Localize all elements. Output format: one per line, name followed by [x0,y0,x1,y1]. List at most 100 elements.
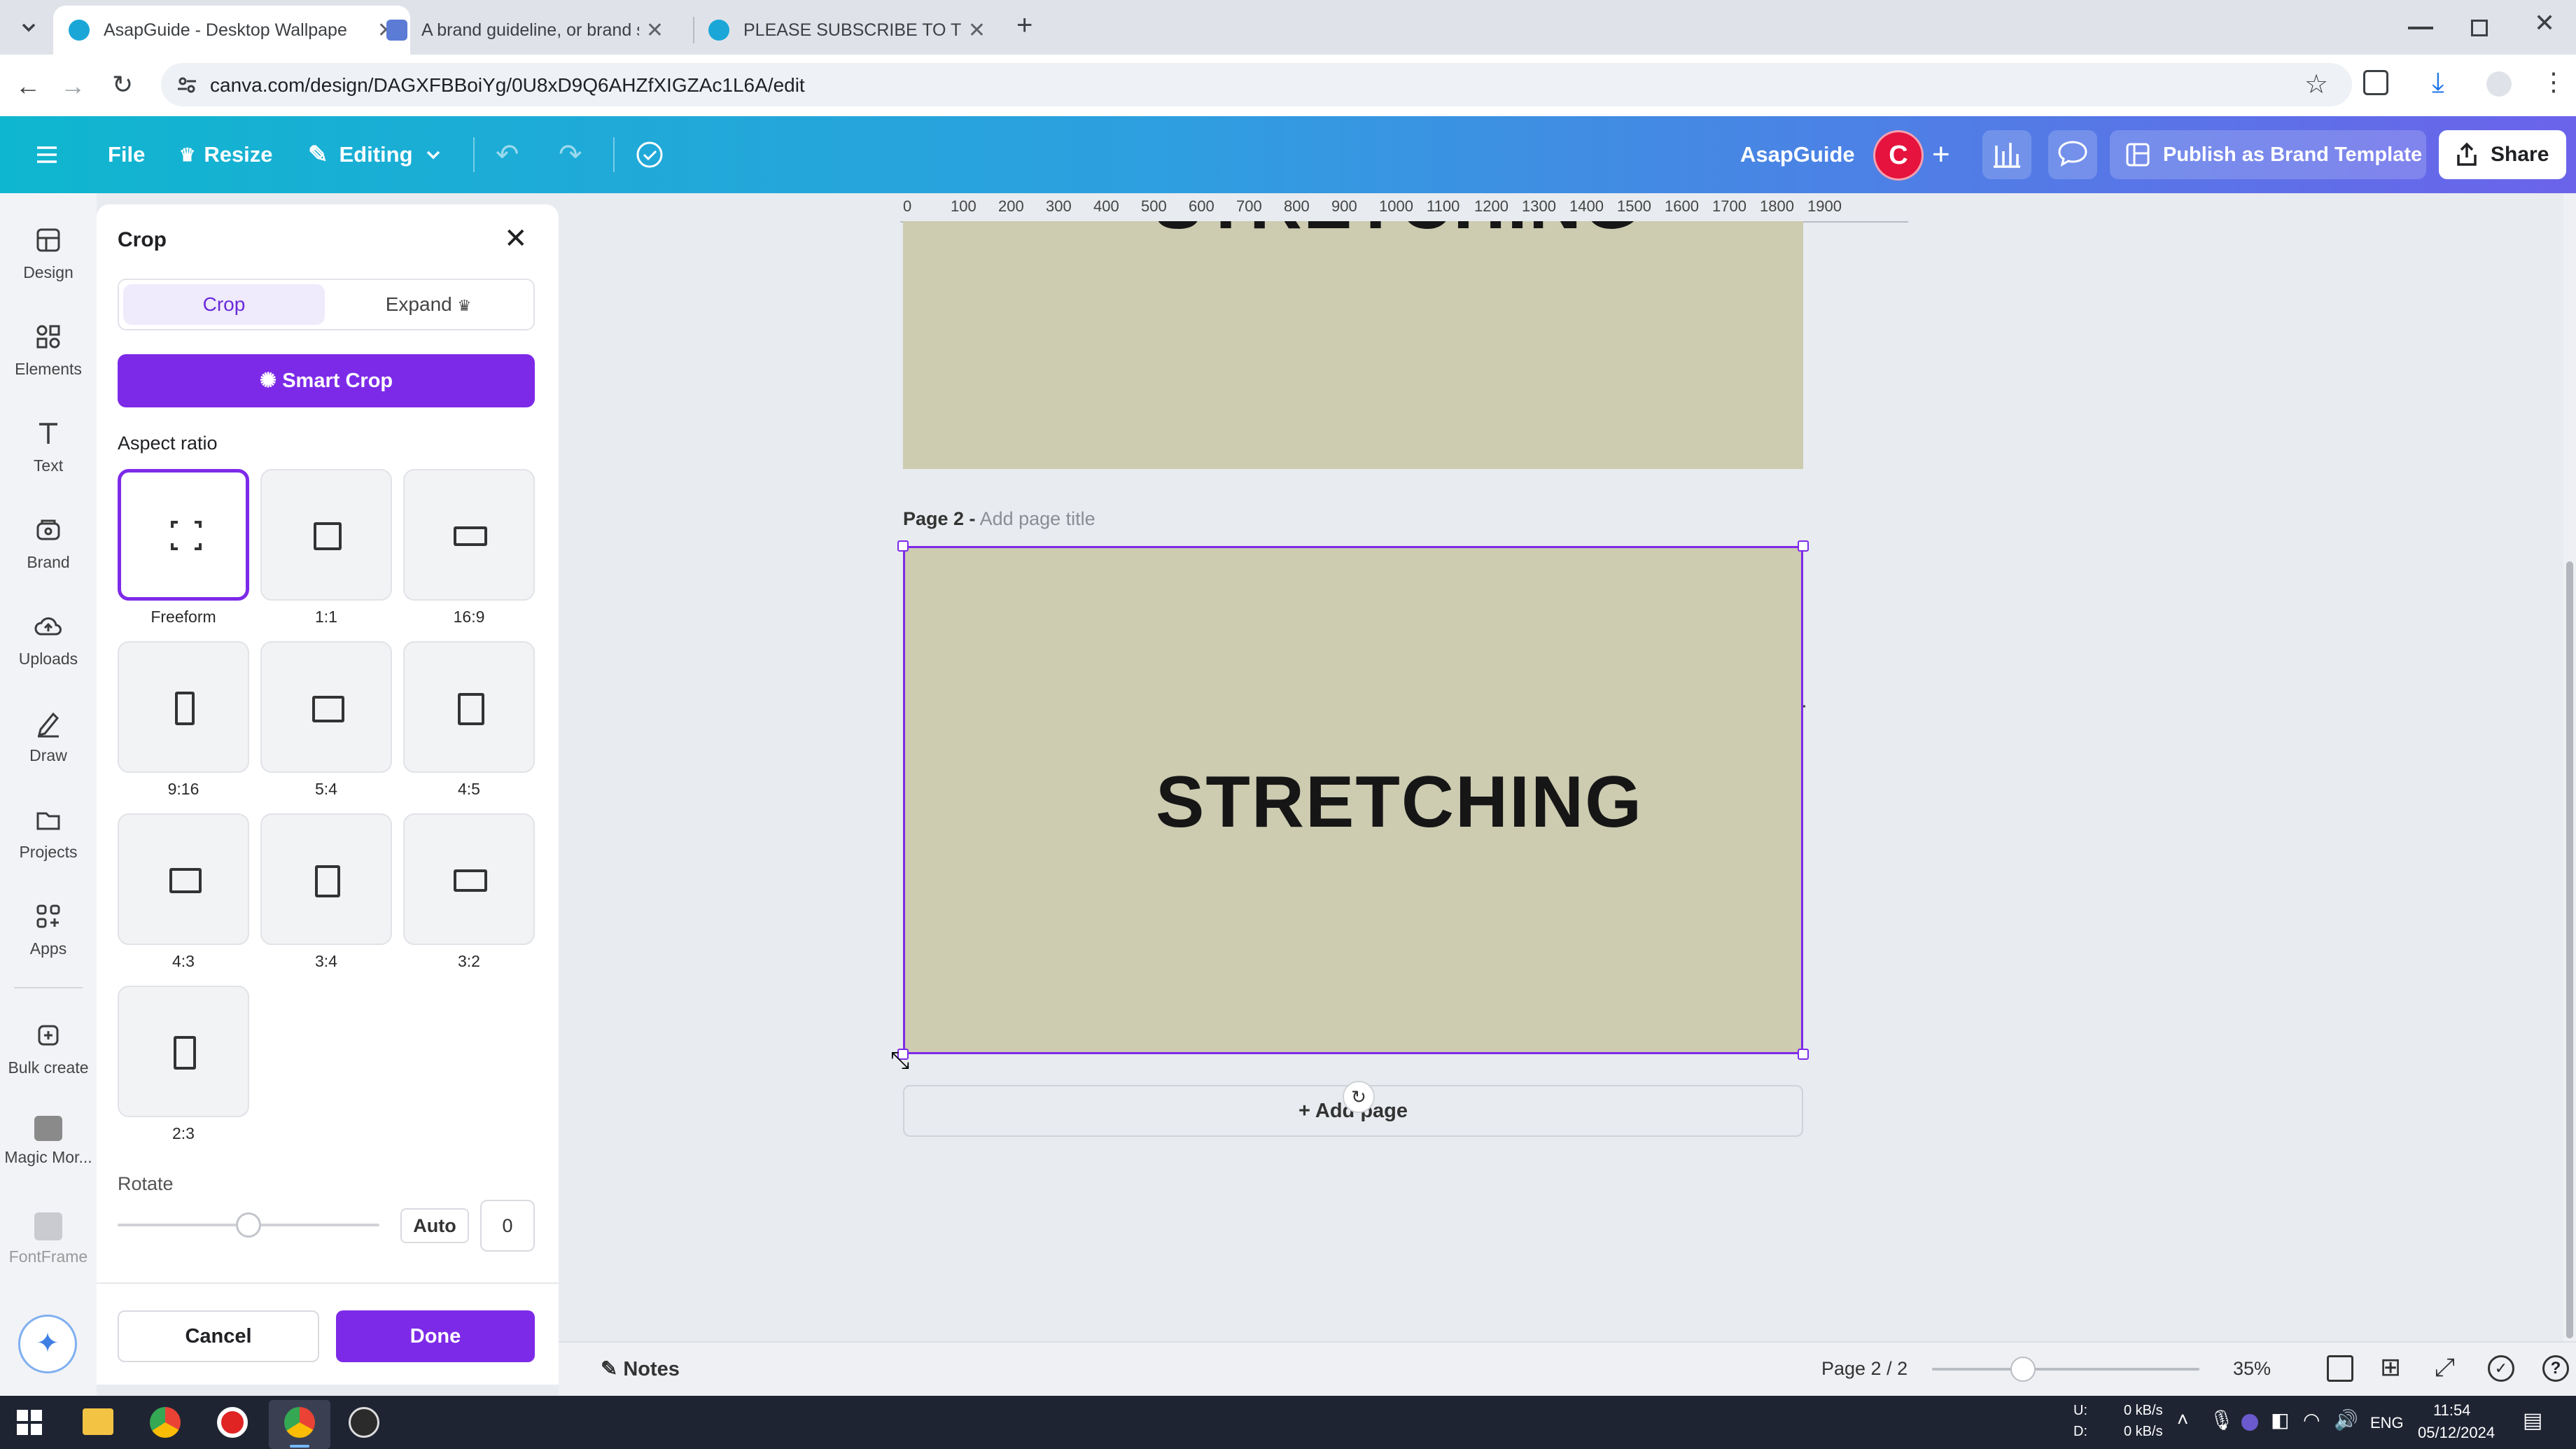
rail-item-uploads[interactable]: Uploads [0,580,97,676]
rail-item-design[interactable]: Design [0,193,97,290]
close-tab-icon[interactable]: ✕ [646,18,664,43]
canvas-scrollbar-thumb[interactable] [2566,561,2573,1338]
chrome-icon[interactable] [150,1407,181,1438]
bookmark-star-icon[interactable]: ☆ [2304,69,2328,100]
rotate-value-input[interactable]: 0 [480,1200,535,1252]
rotate-auto-button[interactable]: Auto [400,1208,469,1243]
page-view-icon[interactable] [2327,1355,2353,1382]
cloud-saved-icon[interactable] [634,116,665,193]
rotate-slider-thumb[interactable] [236,1212,261,1238]
recording-indicator-icon[interactable] [2241,1414,2258,1431]
app-tray-icon[interactable]: ◧ [2271,1408,2289,1432]
zoom-level[interactable]: 35% [2233,1358,2271,1380]
rail-item-elements[interactable]: Elements [0,290,97,386]
windows-start-icon[interactable] [17,1410,42,1435]
crop-handle-bottom-right[interactable] [1798,1049,1809,1060]
crop-handle-top-right[interactable] [1798,540,1809,552]
publish-brand-template-button[interactable]: Publish as Brand Template [2110,130,2426,179]
page-title-input[interactable]: Add page title [980,508,1096,529]
grid-view-icon[interactable]: ⊞ [2380,1352,2401,1382]
crop-handle-top-left[interactable] [897,540,909,552]
browser-tab-subscribe[interactable]: PLEASE SUBSCRIBE TO THIS CH ✕ [693,6,1001,55]
ratio-2-3[interactable] [118,986,249,1117]
download-icon[interactable]: ⤓ [2432,67,2444,99]
ratio-16-9[interactable] [403,469,535,601]
screen-recorder-icon[interactable] [217,1407,248,1438]
add-collaborator-plus-icon[interactable]: + [1932,116,1950,193]
ratio-5-4[interactable] [260,641,392,773]
browser-tab-asapguide[interactable]: AsapGuide - Desktop Wallpape ✕ [53,6,410,55]
tab-list-dropdown[interactable] [14,13,43,42]
ratio-3-4[interactable] [260,813,392,945]
zoom-slider-track[interactable] [1932,1368,2199,1371]
profile-avatar[interactable] [2486,71,2512,97]
obs-icon[interactable] [349,1407,379,1438]
cancel-button[interactable]: Cancel [118,1310,319,1362]
notes-button[interactable]: ✎ Notes [601,1357,680,1381]
smart-crop-button[interactable]: ✺ Smart Crop [118,354,535,407]
close-tab-icon[interactable]: ✕ [968,18,986,43]
new-tab-button[interactable]: + [1016,10,1032,41]
file-menu-button[interactable]: File [108,116,145,193]
rotate-handle-icon[interactable]: ↻ [1343,1081,1375,1113]
fullscreen-icon[interactable]: ⤢ [2435,1352,2455,1382]
ratio-4-5[interactable] [403,641,535,773]
done-button[interactable]: Done [336,1310,535,1362]
language-indicator[interactable]: ENG [2370,1414,2404,1432]
omnibox[interactable]: canva.com/design/DAGXFBBoiYg/0U8xD9Q6AHZ… [161,63,2352,106]
ratio-freeform[interactable] [118,469,249,601]
show-hidden-icons[interactable]: ˄ [2177,1408,2188,1431]
help-icon[interactable]: ? [2542,1355,2569,1382]
rail-item-bulk-create[interactable]: Bulk create [0,988,97,1085]
rail-item-draw[interactable]: Draw [0,676,97,773]
page-indicator[interactable]: Page 2 / 2 [1821,1358,1907,1380]
main-menu-button[interactable] [35,116,59,193]
minimize-window-button[interactable] [2408,27,2433,29]
clock-time[interactable]: 11:54 [2433,1401,2470,1420]
ratio-9-16[interactable] [118,641,249,773]
insights-button[interactable] [1982,130,2031,179]
rail-item-apps[interactable]: Apps [0,869,97,966]
ratio-1-1[interactable] [260,469,392,601]
browser-menu-icon[interactable]: ⋮ [2541,67,2566,97]
resize-button[interactable]: ♛ Resize [179,116,273,193]
file-explorer-icon[interactable] [83,1408,113,1435]
ratio-3-2[interactable] [403,813,535,945]
redo-icon[interactable]: ↷ [559,116,582,193]
page-2-heading-text[interactable]: STRETCHING [1156,761,1643,844]
browser-tab-brand-guideline[interactable]: A brand guideline, or brand sty ✕ [371,6,679,55]
page-2[interactable]: STRETCHING [903,546,1803,1054]
share-button[interactable]: Share [2439,130,2566,179]
tab-crop[interactable]: Crop [123,284,325,325]
rail-item-fontframe[interactable]: FontFrame [0,1182,97,1278]
extensions-icon[interactable] [2363,70,2388,95]
rail-item-projects[interactable]: Projects [0,773,97,869]
rail-item-magic-morph[interactable]: Magic Mor... [0,1085,97,1182]
forward-button[interactable]: → [60,71,85,101]
canvas-scrollbar[interactable] [2563,193,2576,1341]
undo-icon[interactable]: ↶ [496,116,519,193]
notifications-icon[interactable]: ▤ [2523,1408,2542,1433]
back-button[interactable]: ← [15,71,41,101]
wifi-icon[interactable]: ◠ [2303,1408,2320,1432]
chrome-active-icon[interactable] [269,1400,330,1449]
user-avatar[interactable]: C [1873,130,1924,181]
check-circle-icon[interactable]: ✓ [2488,1355,2514,1382]
zoom-slider-thumb[interactable] [2010,1357,2036,1382]
page-1-heading-text[interactable]: STRETCHING [1154,221,1641,246]
design-title[interactable]: AsapGuide [1740,116,1855,193]
close-icon[interactable]: ✕ [504,223,528,255]
clock-date[interactable]: 05/12/2024 [2418,1424,2495,1442]
tab-expand[interactable]: Expand ♛ [328,284,529,325]
ratio-4-3[interactable] [118,813,249,945]
volume-icon[interactable]: 🔊 [2334,1408,2358,1432]
page-1[interactable]: STRETCHING [903,221,1803,469]
microphone-icon[interactable]: 🎙 [2209,1408,2234,1432]
comments-button[interactable] [2048,130,2097,179]
site-settings-icon[interactable] [176,74,197,95]
editing-mode-dropdown[interactable]: ✎ Editing [308,116,445,193]
rail-item-brand[interactable]: Brand [0,483,97,580]
magic-assistant-button[interactable]: ✦ [18,1315,77,1373]
rail-item-text[interactable]: Text [0,386,97,483]
restore-window-button[interactable] [2471,20,2488,36]
